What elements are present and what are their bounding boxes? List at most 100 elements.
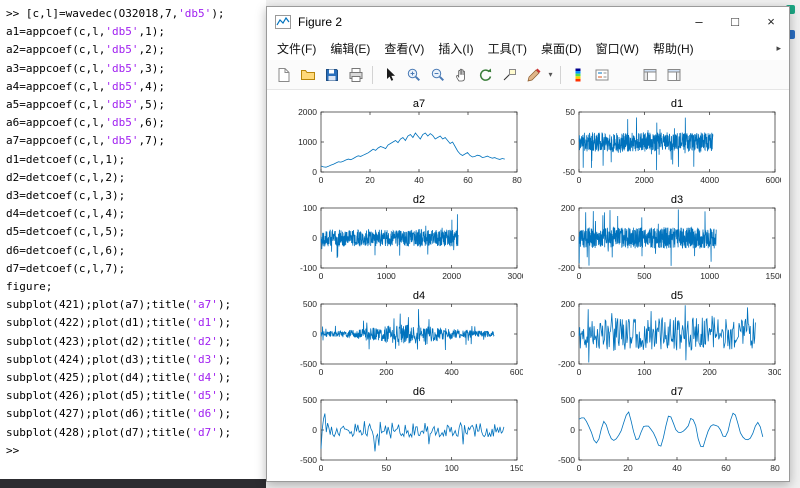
insert-colorbar-icon[interactable] — [566, 63, 589, 86]
new-figure-icon[interactable] — [272, 63, 295, 86]
taskbar-strip — [0, 479, 266, 488]
data-cursor-icon[interactable] — [498, 63, 521, 86]
menu-insert[interactable]: 插入(I) — [431, 38, 480, 59]
menu-desktop[interactable]: 桌面(D) — [534, 38, 589, 59]
svg-text:0: 0 — [312, 167, 317, 177]
figure-app-icon — [275, 15, 291, 29]
svg-text:40: 40 — [672, 463, 682, 473]
svg-text:0: 0 — [319, 367, 324, 377]
svg-text:60: 60 — [721, 463, 731, 473]
minimize-button[interactable]: – — [681, 7, 717, 36]
menu-bar: 文件(F) 编辑(E) 查看(V) 插入(I) 工具(T) 桌面(D) 窗口(W… — [267, 36, 789, 60]
figure-toolbar: ▾ — [267, 60, 789, 90]
svg-text:d4: d4 — [413, 290, 425, 302]
menu-tools[interactable]: 工具(T) — [481, 38, 534, 59]
svg-text:0: 0 — [319, 463, 324, 473]
open-folder-icon[interactable] — [296, 63, 319, 86]
svg-text:-100: -100 — [300, 263, 317, 273]
subplot-d3[interactable]: d3050010001500-2000200 — [539, 192, 781, 286]
subplot-d4[interactable]: d40200400600-5000500 — [281, 288, 523, 382]
svg-text:-200: -200 — [558, 263, 575, 273]
matlab-command-window[interactable]: >> [c,l]=wavedec(O32018,7,'db5'); a1=app… — [0, 0, 266, 479]
svg-text:40: 40 — [414, 175, 424, 185]
svg-text:60: 60 — [463, 175, 473, 185]
svg-text:1000: 1000 — [377, 271, 396, 281]
figure-titlebar[interactable]: Figure 2 – □ × — [267, 7, 789, 36]
menu-window[interactable]: 窗口(W) — [589, 38, 646, 59]
subplot-d2[interactable]: d20100020003000-1000100 — [281, 192, 523, 286]
subplot-d1[interactable]: d10200040006000-50050 — [539, 96, 781, 190]
rotate-3d-icon[interactable] — [474, 63, 497, 86]
svg-text:50: 50 — [382, 463, 392, 473]
svg-text:a7: a7 — [413, 98, 425, 110]
svg-text:0: 0 — [312, 329, 317, 339]
pan-hand-icon[interactable] — [450, 63, 473, 86]
figure-window: Figure 2 – □ × 文件(F) 编辑(E) 查看(V) 插入(I) 工… — [266, 6, 790, 482]
svg-text:4000: 4000 — [700, 175, 719, 185]
print-icon[interactable] — [344, 63, 367, 86]
svg-text:80: 80 — [770, 463, 780, 473]
svg-text:500: 500 — [303, 395, 317, 405]
svg-text:0: 0 — [577, 367, 582, 377]
subplot-d5[interactable]: d50100200300-2000200 — [539, 288, 781, 382]
window-title: Figure 2 — [298, 15, 681, 29]
svg-text:-500: -500 — [558, 455, 575, 465]
svg-text:0: 0 — [570, 137, 575, 147]
svg-text:2000: 2000 — [298, 107, 317, 117]
subplot-d7[interactable]: d7020406080-5000500 — [539, 384, 781, 478]
svg-text:d7: d7 — [671, 386, 683, 398]
menu-overflow-icon[interactable]: ▸ — [776, 43, 786, 54]
svg-text:0: 0 — [319, 271, 324, 281]
svg-text:d3: d3 — [671, 194, 683, 206]
maximize-button[interactable]: □ — [717, 7, 753, 36]
edit-plot-arrow-icon[interactable] — [378, 63, 401, 86]
svg-text:d6: d6 — [413, 386, 425, 398]
svg-text:0: 0 — [577, 271, 582, 281]
zoom-in-icon[interactable] — [402, 63, 425, 86]
hide-plot-tools-icon[interactable] — [638, 63, 661, 86]
save-icon[interactable] — [320, 63, 343, 86]
toolbar-separator — [372, 66, 373, 84]
svg-text:20: 20 — [365, 175, 375, 185]
svg-text:20: 20 — [623, 463, 633, 473]
close-button[interactable]: × — [753, 7, 789, 36]
brush-icon[interactable] — [522, 63, 545, 86]
svg-text:0: 0 — [312, 233, 317, 243]
svg-text:200: 200 — [561, 203, 575, 213]
svg-text:600: 600 — [510, 367, 523, 377]
svg-text:6000: 6000 — [766, 175, 781, 185]
svg-text:d2: d2 — [413, 194, 425, 206]
insert-legend-icon[interactable] — [590, 63, 613, 86]
svg-text:1000: 1000 — [700, 271, 719, 281]
svg-text:400: 400 — [445, 367, 459, 377]
menu-view[interactable]: 查看(V) — [377, 38, 431, 59]
show-plot-tools-icon[interactable] — [662, 63, 685, 86]
svg-text:300: 300 — [768, 367, 781, 377]
svg-text:0: 0 — [570, 233, 575, 243]
subplot-d6[interactable]: d6050100150-5000500 — [281, 384, 523, 478]
toolbar-separator — [560, 66, 561, 84]
brush-dropdown-icon[interactable]: ▾ — [546, 70, 555, 79]
svg-text:-500: -500 — [300, 359, 317, 369]
svg-text:500: 500 — [561, 395, 575, 405]
svg-text:0: 0 — [570, 329, 575, 339]
menu-edit[interactable]: 编辑(E) — [323, 38, 377, 59]
menu-help[interactable]: 帮助(H) — [646, 38, 701, 59]
zoom-out-icon[interactable] — [426, 63, 449, 86]
subplot-a7[interactable]: a7020406080010002000 — [281, 96, 523, 190]
svg-text:3000: 3000 — [508, 271, 523, 281]
svg-text:0: 0 — [319, 175, 324, 185]
svg-text:50: 50 — [566, 107, 576, 117]
svg-text:200: 200 — [379, 367, 393, 377]
desktop-background: >> [c,l]=wavedec(O32018,7,'db5'); a1=app… — [0, 0, 800, 488]
svg-text:-500: -500 — [300, 455, 317, 465]
menu-file[interactable]: 文件(F) — [270, 38, 323, 59]
svg-text:-200: -200 — [558, 359, 575, 369]
svg-text:150: 150 — [510, 463, 523, 473]
svg-text:1500: 1500 — [766, 271, 781, 281]
svg-text:100: 100 — [445, 463, 459, 473]
svg-text:200: 200 — [703, 367, 717, 377]
svg-text:0: 0 — [312, 425, 317, 435]
plot-area: a7020406080010002000 d10200040006000-500… — [267, 90, 789, 481]
svg-text:0: 0 — [570, 425, 575, 435]
